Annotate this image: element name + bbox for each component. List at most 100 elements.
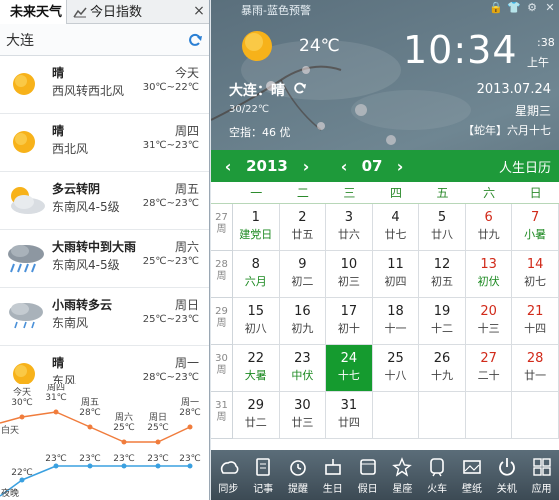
lunar-day: 初伏 (477, 275, 500, 288)
close-button[interactable]: × (189, 0, 209, 23)
calendar-day[interactable]: 2 廿五 (279, 204, 327, 251)
calendar-day[interactable]: 23 中伏 (279, 345, 327, 392)
calendar-day[interactable]: 26 十九 (419, 345, 466, 392)
lock-icon[interactable]: 🔒 (489, 1, 503, 15)
apps-button[interactable]: 应用 (524, 450, 559, 500)
calendar-day[interactable]: 15 初八 (233, 298, 280, 345)
forecast-temp: 25℃~23℃ (142, 256, 199, 267)
calendar-day[interactable]: 14 初七 (512, 251, 559, 298)
trend-high-label: 28℃ (79, 408, 101, 418)
calendar-day[interactable]: 28 廿一 (512, 345, 559, 392)
calendar-day[interactable]: 9 初二 (279, 251, 327, 298)
calendar-day[interactable]: 12 初五 (419, 251, 466, 298)
forecast-weekday: 今天 (174, 66, 199, 80)
trend-high-point (19, 414, 25, 420)
birthday-icon (324, 459, 341, 475)
skin-icon[interactable]: 👕 (507, 1, 521, 15)
day-number: 15 (247, 304, 265, 319)
calendar-day[interactable]: 1 建党日 (233, 204, 280, 251)
forecast-condition: 大雨转中到大雨 (52, 240, 137, 254)
tab-today-index[interactable]: 今日指数 (67, 0, 148, 24)
calendar-day[interactable]: 7 小暑 (512, 204, 559, 251)
calendar-day[interactable]: 21 十四 (512, 298, 559, 345)
forecast-condition: 小雨转多云 (52, 298, 113, 312)
calendar-day[interactable]: 16 初九 (279, 298, 327, 345)
forecast-day[interactable]: 大雨转中到大雨 东南风4-5级 周六 25℃~23℃ (0, 230, 209, 288)
calendar-day[interactable]: 6 廿九 (465, 204, 513, 251)
calendar-day[interactable]: 11 初四 (372, 251, 420, 298)
calendar-day[interactable]: 10 初三 (326, 251, 373, 298)
forecast-day[interactable]: 小雨转多云 东南风 周日 25℃~23℃ (0, 288, 209, 346)
power-icon (498, 458, 515, 476)
trend-low-point (87, 463, 93, 469)
calendar-day[interactable]: 22 大暑 (233, 345, 280, 392)
lunar-day: 大暑 (244, 369, 267, 382)
refresh-icon[interactable] (187, 32, 203, 48)
train-button[interactable]: 火车 (420, 450, 455, 500)
forecast-temp: 30℃~22℃ (142, 82, 199, 93)
notes-button[interactable]: 记事 (246, 450, 281, 500)
calendar-day[interactable]: 31 廿四 (326, 392, 373, 439)
sync-button[interactable]: 同步 (211, 450, 246, 500)
current-city-condition[interactable]: 大连：晴 (229, 80, 285, 100)
lunar-day: 六月 (244, 275, 267, 288)
lunar-day: 十四 (524, 322, 547, 335)
calendar-day[interactable]: 5 廿八 (419, 204, 466, 251)
birthday-button[interactable]: 生日 (315, 450, 350, 500)
refresh-icon[interactable] (293, 81, 307, 95)
forecast-day[interactable]: 多云转阴 东南风4-5级 周五 28℃~23℃ (0, 172, 209, 230)
life-calendar-button[interactable]: 人生日历 (499, 157, 551, 176)
wallpaper-icon (463, 460, 481, 474)
day-number: 23 (294, 351, 311, 366)
day-number: 10 (340, 257, 358, 272)
day-number: 30 (294, 398, 311, 413)
clock-ampm: 上午 (527, 56, 549, 69)
horoscope-button[interactable]: 星座 (385, 450, 420, 500)
calendar-day[interactable]: 4 廿七 (372, 204, 420, 251)
city-name[interactable]: 大连 (6, 30, 34, 50)
trend-low-label: 23℃ (79, 454, 101, 464)
shutdown-button[interactable]: 关机 (489, 450, 524, 500)
calendar-day[interactable]: 19 十二 (419, 298, 466, 345)
prev-month-button[interactable]: ‹ (335, 157, 353, 176)
lunar-date: 【蛇年】六月十七 (463, 124, 551, 137)
day-number: 2 (298, 210, 307, 225)
current-temperature: 24℃ (299, 36, 340, 56)
calendar-day[interactable]: 30 廿三 (279, 392, 327, 439)
calendar-day[interactable]: 3 廿六 (326, 204, 373, 251)
holiday-icon (359, 459, 376, 475)
lunar-day: 十二 (431, 322, 454, 335)
calendar-day[interactable]: 25 十八 (372, 345, 420, 392)
forecast-day[interactable]: 晴西风转西北风 今天 30℃~22℃ (0, 56, 209, 114)
calendar-year[interactable]: 2013 (237, 157, 297, 175)
forecast-wind: 东南风 (52, 316, 89, 330)
calendar-month[interactable]: 07 (353, 157, 391, 175)
calendar-day[interactable]: 29 廿二 (233, 392, 280, 439)
reminder-button[interactable]: 提醒 (281, 450, 316, 500)
calendar-day[interactable]: 27 二十 (465, 345, 513, 392)
forecast-day[interactable]: 晴西北风 周四 31℃~23℃ (0, 114, 209, 172)
prev-year-button[interactable]: ‹ (219, 157, 237, 176)
trend-day-label: 周四 (47, 384, 65, 393)
calendar-day[interactable]: 18 十一 (372, 298, 420, 345)
week-number: 30 周 (211, 345, 233, 392)
weather-alert-title[interactable]: 暴雨-蓝色预警 (241, 2, 311, 18)
next-year-button[interactable]: › (297, 157, 315, 176)
next-month-button[interactable]: › (391, 157, 409, 176)
tab-future-weather[interactable]: 未来天气 (0, 0, 68, 24)
trend-day-label: 周五 (81, 397, 99, 408)
calendar-day[interactable]: 13 初伏 (465, 251, 513, 298)
holiday-button[interactable]: 假日 (350, 450, 385, 500)
calendar-day[interactable]: 20 十三 (465, 298, 513, 345)
calendar-day[interactable]: 17 初十 (326, 298, 373, 345)
lunar-day: 廿六 (337, 228, 360, 241)
gear-icon[interactable]: ⚙ (525, 1, 539, 15)
calendar-header: ‹ 2013 › ‹ 07 › 人生日历 (211, 150, 559, 182)
calendar-day-today[interactable]: 24 十七 (326, 345, 373, 392)
forecast-temp: 31℃~23℃ (142, 140, 199, 151)
close-icon[interactable]: ✕ (543, 1, 557, 15)
calendar-day[interactable]: 8 六月 (233, 251, 280, 298)
trend-high-line (0, 416, 23, 424)
wallpaper-button[interactable]: 壁纸 (455, 450, 490, 500)
lunar-day: 廿七 (384, 228, 407, 241)
